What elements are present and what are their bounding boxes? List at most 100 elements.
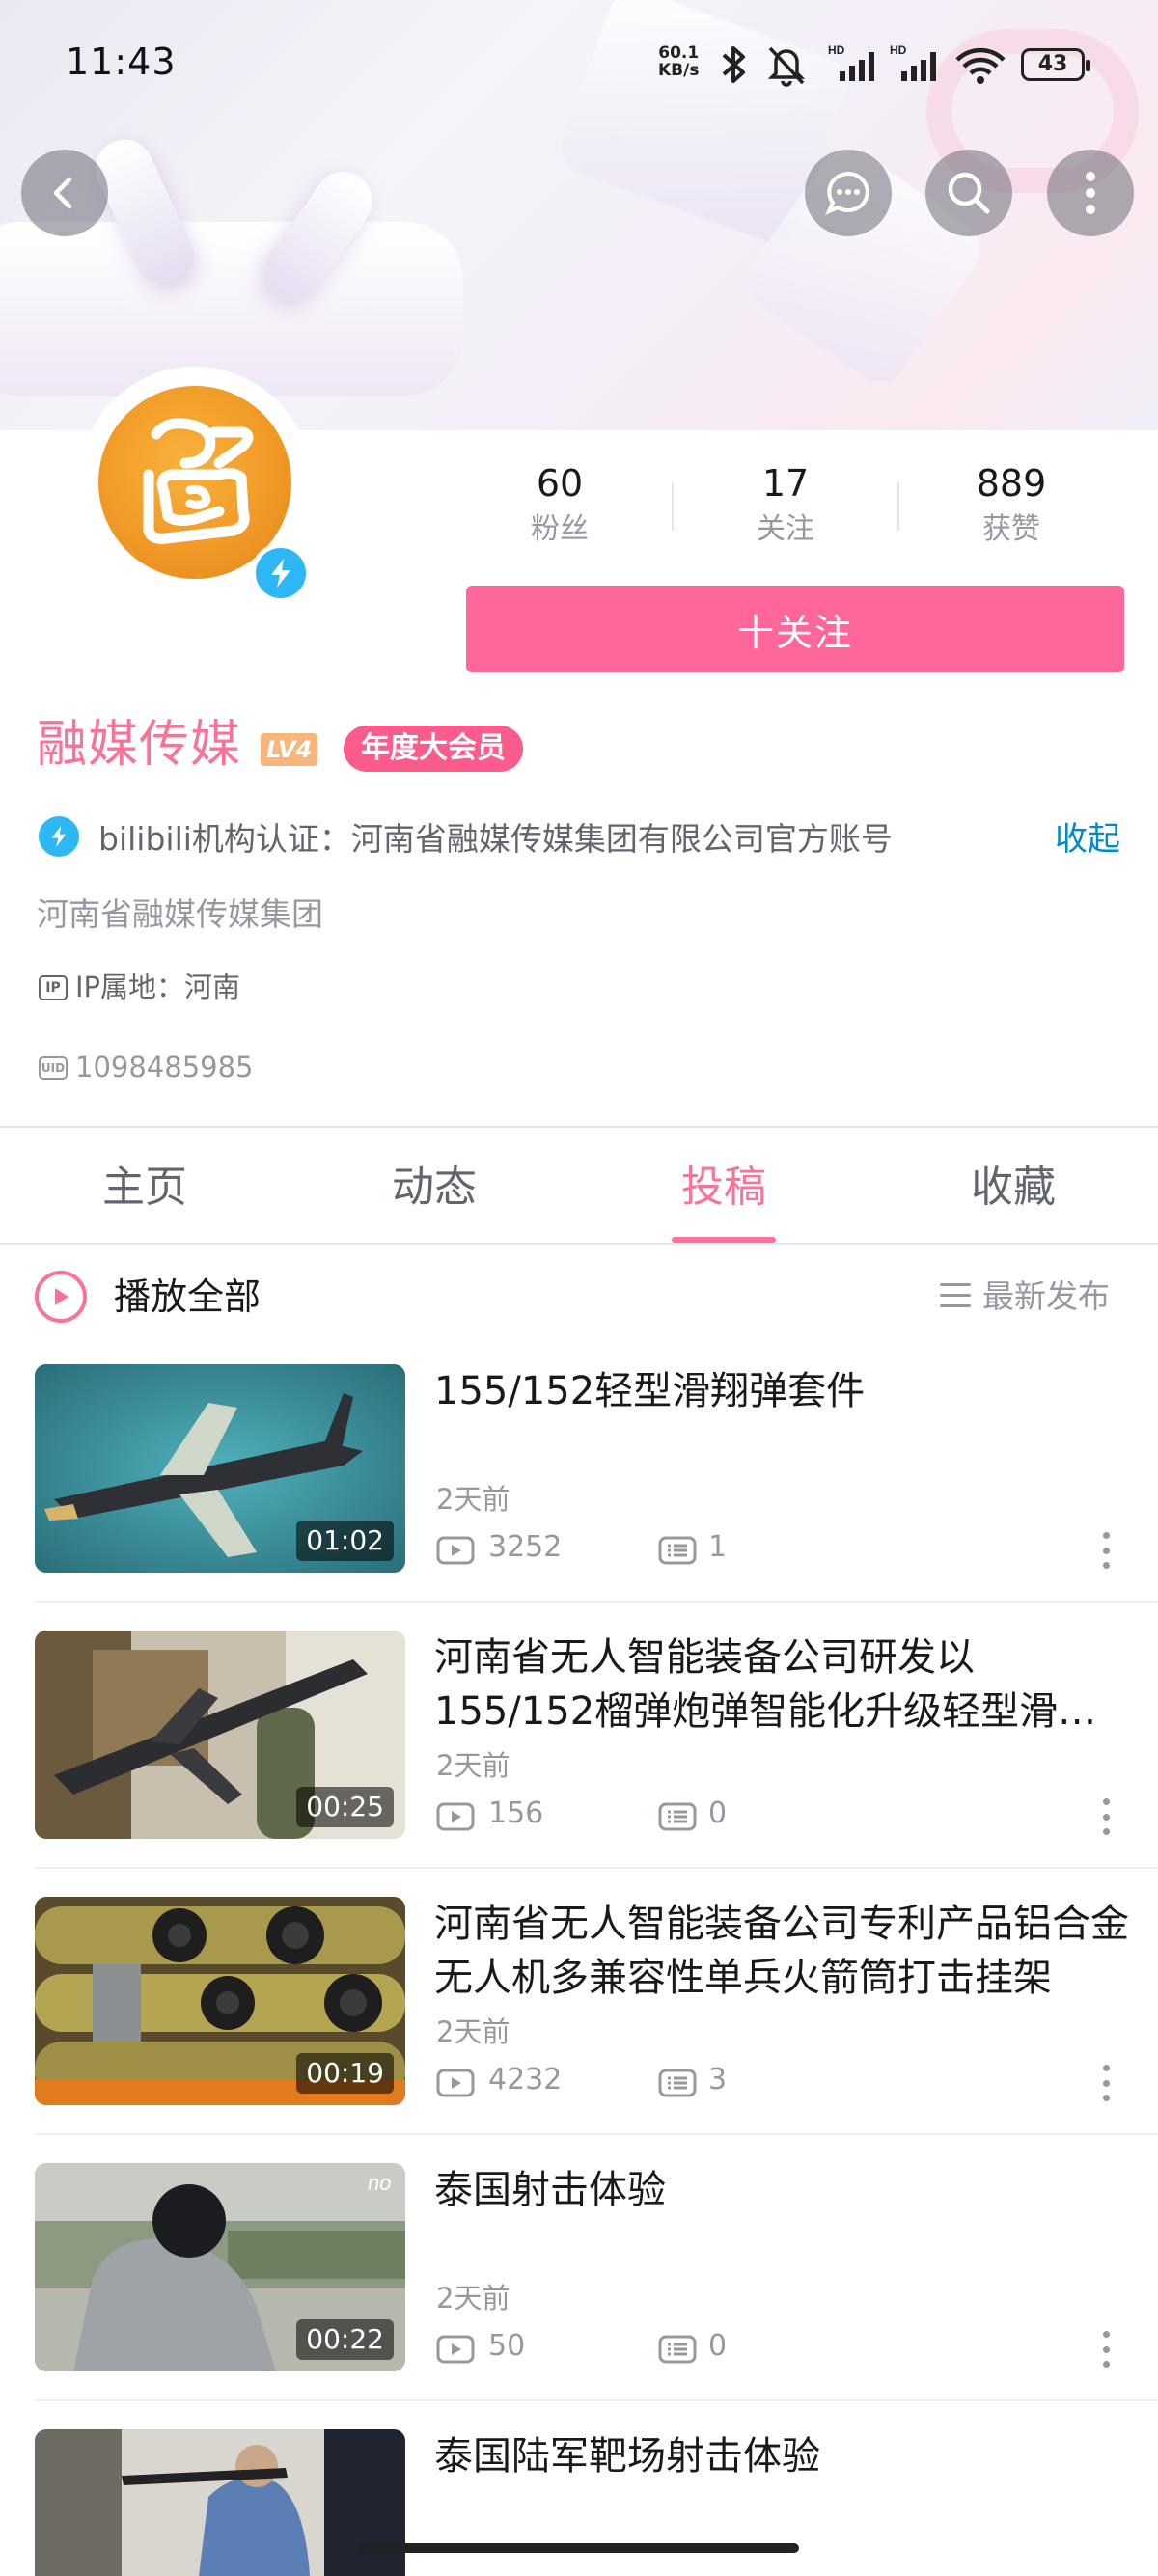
status-time: 11:43 xyxy=(66,41,177,83)
row-divider xyxy=(35,1867,1158,1869)
ip-location: IP属地：河南 xyxy=(75,971,241,1003)
video-title[interactable]: 泰国射击体验 xyxy=(434,2163,1131,2217)
video-title[interactable]: 河南省无人智能装备公司专利产品铝合金无人机多兼容性单兵火箭筒打击挂架 xyxy=(434,1897,1131,2005)
view-count: 4232 xyxy=(488,2063,563,2096)
play-count-icon xyxy=(436,1802,475,1831)
verified-badge xyxy=(251,543,311,603)
video-item[interactable]: 00:25 河南省无人智能装备公司研发以155/152榴弹炮弹智能化升级轻型滑翔… xyxy=(0,1631,1158,1897)
play-count-icon xyxy=(436,2069,475,2097)
row-divider xyxy=(35,2133,1158,2135)
view-count: 50 xyxy=(488,2329,526,2363)
video-title[interactable]: 155/152轻型滑翔弹套件 xyxy=(434,1364,1131,1418)
follow-button[interactable]: 十关注 xyxy=(466,586,1124,672)
video-duration: 00:19 xyxy=(296,2053,394,2094)
certification-text: bilibili机构认证：河南省融媒传媒集团有限公司官方账号 xyxy=(98,820,893,858)
ip-location-icon: IP xyxy=(39,975,68,1000)
cellular-signal-icon: HD xyxy=(890,43,936,81)
comment-count-icon xyxy=(658,1802,697,1831)
video-duration: 00:22 xyxy=(296,2319,394,2360)
comment-count: 1 xyxy=(708,1530,728,1564)
play-all-button[interactable]: 播放全部 xyxy=(114,1272,261,1322)
tab-home[interactable]: 主页 xyxy=(0,1154,290,1221)
video-date: 2天前 xyxy=(436,1749,510,1782)
video-more-button[interactable] xyxy=(1096,2327,1116,2371)
play-all-icon[interactable] xyxy=(35,1271,87,1323)
play-icon xyxy=(55,1288,69,1305)
video-thumbnail-image xyxy=(35,2429,405,2576)
row-divider xyxy=(35,1601,1158,1603)
svg-text:no: no xyxy=(368,2171,391,2195)
video-more-button[interactable] xyxy=(1096,1795,1116,1839)
play-count-icon xyxy=(436,1536,475,1565)
video-more-button[interactable] xyxy=(1096,1528,1116,1573)
video-thumbnail[interactable] xyxy=(35,2429,405,2576)
profile-page: 11:43 60.1 KB/s HD HD 43 60 粉丝 17 关注 889… xyxy=(0,0,1158,2576)
message-button[interactable] xyxy=(805,150,892,236)
chat-bubble-icon xyxy=(825,171,869,215)
followers-count: 60 xyxy=(536,462,584,505)
likes-label: 获赞 xyxy=(982,512,1040,546)
tab-uploads[interactable]: 投稿 xyxy=(579,1154,868,1221)
video-thumbnail[interactable]: 00:25 xyxy=(35,1631,405,1839)
search-icon xyxy=(948,172,990,214)
stat-following[interactable]: 17 关注 xyxy=(708,458,863,551)
row-divider xyxy=(35,2399,1158,2401)
svg-text:HD: HD xyxy=(828,43,845,57)
video-thumbnail[interactable]: 01:02 xyxy=(35,1364,405,1573)
comment-count: 0 xyxy=(708,2329,728,2363)
collapse-link[interactable]: 收起 xyxy=(1055,818,1120,861)
home-indicator[interactable] xyxy=(359,2543,799,2553)
profile-description: 河南省融媒传媒集团 xyxy=(37,895,323,933)
video-item[interactable]: 01:02 155/152轻型滑翔弹套件 2天前 3252 1 xyxy=(0,1364,1158,1631)
level-badge: LV4 xyxy=(261,733,318,766)
vip-badge[interactable]: 年度大会员 xyxy=(344,726,523,772)
video-more-button[interactable] xyxy=(1096,2061,1116,2105)
username: 融媒传媒 xyxy=(37,716,242,774)
cellular-signal-icon: HD xyxy=(828,43,874,81)
banner-decoration xyxy=(0,222,463,396)
network-speed: 60.1 KB/s xyxy=(658,44,699,79)
stat-followers[interactable]: 60 粉丝 xyxy=(482,458,637,551)
network-speed-unit: KB/s xyxy=(658,61,700,80)
uid-value[interactable]: 1098485985 xyxy=(75,1048,254,1086)
uid-icon: UID xyxy=(39,1056,68,1080)
vertical-dots-icon xyxy=(1086,172,1095,214)
video-item[interactable]: 泰国陆军靶场射击体验 xyxy=(0,2429,1158,2576)
video-item[interactable]: 00:19 河南省无人智能装备公司专利产品铝合金无人机多兼容性单兵火箭筒打击挂架… xyxy=(0,1897,1158,2163)
likes-count: 889 xyxy=(976,462,1047,505)
sort-selector[interactable]: 最新发布 xyxy=(982,1275,1110,1318)
video-thumbnail[interactable]: 00:19 xyxy=(35,1897,405,2105)
bluetooth-icon xyxy=(722,46,745,83)
followers-label: 粉丝 xyxy=(531,512,589,546)
chevron-left-icon xyxy=(53,177,72,209)
following-count: 17 xyxy=(761,462,810,505)
play-count-icon xyxy=(436,2335,475,2364)
video-duration: 00:25 xyxy=(296,1787,394,1827)
video-date: 2天前 xyxy=(436,2015,510,2048)
more-options-button[interactable] xyxy=(1047,150,1134,236)
stat-likes: 889 获赞 xyxy=(934,458,1089,551)
wifi-icon xyxy=(955,47,1006,84)
tab-dynamics[interactable]: 动态 xyxy=(290,1154,579,1221)
comment-count-icon xyxy=(658,2069,697,2097)
video-date: 2天前 xyxy=(436,2282,510,2315)
video-title[interactable]: 河南省无人智能装备公司研发以155/152榴弹炮弹智能化升级轻型滑翔弹套件 xyxy=(434,1631,1131,1739)
mute-bell-icon xyxy=(767,46,806,87)
video-title[interactable]: 泰国陆军靶场射击体验 xyxy=(434,2429,1131,2483)
tab-favorites[interactable]: 收藏 xyxy=(868,1154,1158,1221)
lightning-icon xyxy=(51,826,67,847)
stat-divider xyxy=(897,482,899,531)
video-thumbnail[interactable]: no 00:22 xyxy=(35,2163,405,2371)
view-count: 156 xyxy=(488,1796,544,1830)
following-label: 关注 xyxy=(757,512,814,546)
search-button[interactable] xyxy=(925,150,1012,236)
back-button[interactable] xyxy=(21,150,108,236)
sort-list-icon xyxy=(940,1283,971,1308)
lightning-icon xyxy=(271,559,290,588)
section-divider xyxy=(0,1126,1158,1128)
comment-count: 0 xyxy=(708,1796,728,1830)
svg-text:HD: HD xyxy=(890,43,907,57)
video-item[interactable]: no 00:22 泰国射击体验 2天前 50 0 xyxy=(0,2163,1158,2429)
view-count: 3252 xyxy=(488,1530,563,1564)
certification-icon xyxy=(39,816,79,857)
